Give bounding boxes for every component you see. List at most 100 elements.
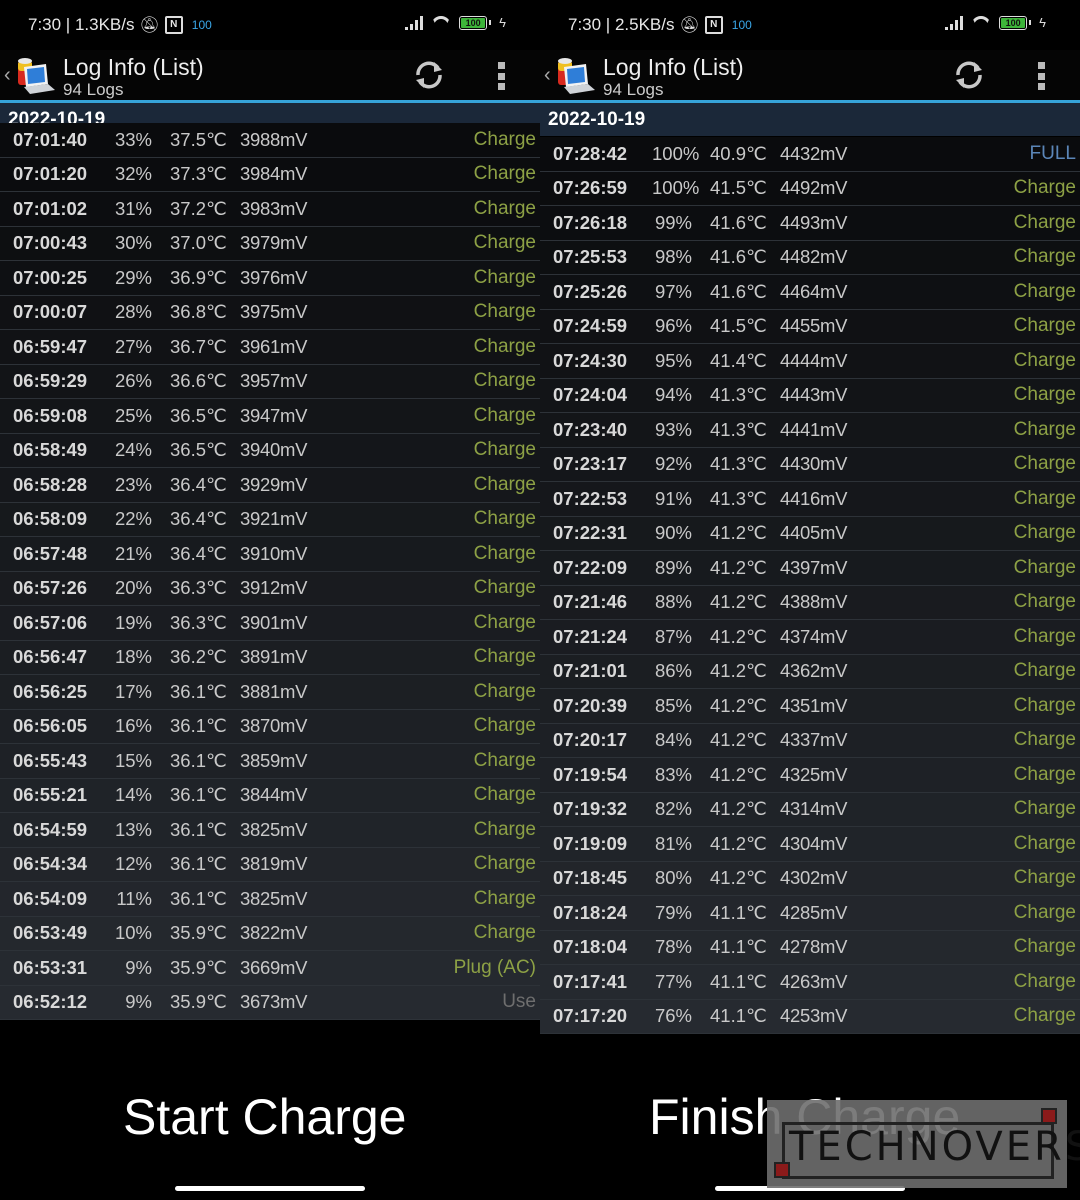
log-row[interactable]: 06:59:29 26% 36.6℃ 3957mV Charge <box>0 364 540 399</box>
battery-percent: 18% <box>114 646 152 668</box>
log-row[interactable]: 07:17:20 76% 41.1℃ 4253mV Charge <box>540 999 1080 1034</box>
page-title: Log Info (List) <box>63 54 204 80</box>
log-row[interactable]: 06:53:49 10% 35.9℃ 3822mV Charge <box>0 916 540 951</box>
log-row[interactable]: 07:25:53 98% 41.6℃ 4482mV Charge <box>540 240 1080 275</box>
log-row[interactable]: 07:23:40 93% 41.3℃ 4441mV Charge <box>540 413 1080 448</box>
log-row[interactable]: 07:24:59 96% 41.5℃ 4455mV Charge <box>540 309 1080 344</box>
battery-percent: 97% <box>654 280 692 302</box>
log-row[interactable]: 07:21:01 86% 41.2℃ 4362mV Charge <box>540 654 1080 689</box>
log-row[interactable]: 06:58:09 22% 36.4℃ 3921mV Charge <box>0 502 540 537</box>
log-row[interactable]: 06:54:09 11% 36.1℃ 3825mV Charge <box>0 882 540 917</box>
charge-status: Charge <box>1013 763 1076 785</box>
log-row[interactable]: 06:56:05 16% 36.1℃ 3870mV Charge <box>0 709 540 744</box>
log-time: 06:58:28 <box>13 473 88 495</box>
temperature: 36.3℃ <box>170 611 227 633</box>
log-list[interactable]: 07:01:40 33% 37.5℃ 3988mV Charge 07:01:20 32% 3… <box>0 123 540 1020</box>
log-row[interactable]: 07:19:54 83% 41.2℃ 4325mV Charge <box>540 758 1080 793</box>
log-row[interactable]: 07:25:26 97% 41.6℃ 4464mV Charge <box>540 275 1080 310</box>
log-row[interactable]: 07:17:41 77% 41.1℃ 4263mV Charge <box>540 965 1080 1000</box>
log-row[interactable]: 07:26:59 100% 41.5℃ 4492mV Charge <box>540 171 1080 206</box>
log-row[interactable]: 06:58:28 23% 36.4℃ 3929mV Charge <box>0 468 540 503</box>
temperature: 41.6℃ <box>710 280 767 302</box>
temperature: 41.3℃ <box>710 418 767 440</box>
log-time: 07:18:04 <box>553 936 628 958</box>
log-row[interactable]: 06:57:48 21% 36.4℃ 3910mV Charge <box>0 537 540 572</box>
log-row[interactable]: 07:24:30 95% 41.4℃ 4444mV Charge <box>540 344 1080 379</box>
log-row[interactable]: 07:26:18 99% 41.6℃ 4493mV Charge <box>540 206 1080 241</box>
overflow-menu-icon[interactable] <box>1036 62 1046 90</box>
battery-percent: 16% <box>114 715 152 737</box>
log-time: 07:00:43 <box>13 232 88 254</box>
log-row[interactable]: 07:01:20 32% 37.3℃ 3984mV Charge <box>0 157 540 192</box>
log-row[interactable]: 07:00:07 28% 36.8℃ 3975mV Charge <box>0 295 540 330</box>
log-time: 06:53:31 <box>13 956 88 978</box>
battery-percent: 83% <box>654 763 692 785</box>
log-row[interactable]: 07:28:42 100% 40.9℃ 4432mV FULL <box>540 137 1080 172</box>
log-row[interactable]: 06:59:08 25% 36.5℃ 3947mV Charge <box>0 399 540 434</box>
log-row[interactable]: 06:57:26 20% 36.3℃ 3912mV Charge <box>0 571 540 606</box>
charge-status: Charge <box>1013 625 1076 647</box>
log-row[interactable]: 07:01:02 31% 37.2℃ 3983mV Charge <box>0 192 540 227</box>
voltage: 3912mV <box>240 577 308 599</box>
log-time: 07:24:59 <box>553 315 628 337</box>
log-time: 07:24:30 <box>553 349 628 371</box>
temperature: 36.2℃ <box>170 646 227 668</box>
back-icon[interactable]: ‹ <box>544 64 551 87</box>
log-row[interactable]: 07:22:31 90% 41.2℃ 4405mV Charge <box>540 516 1080 551</box>
log-row[interactable]: 06:52:12 9% 35.9℃ 3673mV Use <box>0 985 540 1020</box>
log-row[interactable]: 06:54:59 13% 36.1℃ 3825mV Charge <box>0 813 540 848</box>
log-row[interactable]: 07:21:24 87% 41.2℃ 4374mV Charge <box>540 620 1080 655</box>
log-row[interactable]: 06:57:06 19% 36.3℃ 3901mV Charge <box>0 606 540 641</box>
log-row[interactable]: 06:59:47 27% 36.7℃ 3961mV Charge <box>0 330 540 365</box>
log-row[interactable]: 07:21:46 88% 41.2℃ 4388mV Charge <box>540 585 1080 620</box>
log-row[interactable]: 07:01:40 33% 37.5℃ 3988mV Charge <box>0 123 540 158</box>
voltage: 4253mV <box>780 1005 848 1027</box>
log-row[interactable]: 07:00:25 29% 36.9℃ 3976mV Charge <box>0 261 540 296</box>
log-row[interactable]: 06:56:25 17% 36.1℃ 3881mV Charge <box>0 675 540 710</box>
log-row[interactable]: 07:00:43 30% 37.0℃ 3979mV Charge <box>0 226 540 261</box>
log-time: 06:58:09 <box>13 508 88 530</box>
battery-percent: 82% <box>654 798 692 820</box>
log-row[interactable]: 06:54:34 12% 36.1℃ 3819mV Charge <box>0 847 540 882</box>
voltage: 4285mV <box>780 901 848 923</box>
log-row[interactable]: 06:56:47 18% 36.2℃ 3891mV Charge <box>0 640 540 675</box>
log-row[interactable]: 06:58:49 24% 36.5℃ 3940mV Charge <box>0 433 540 468</box>
refresh-icon[interactable] <box>412 58 446 92</box>
battery-percent: 78% <box>654 936 692 958</box>
app-battery-laptop-icon[interactable] <box>554 57 596 95</box>
log-row[interactable]: 07:18:04 78% 41.1℃ 4278mV Charge <box>540 930 1080 965</box>
battery-level: 100 <box>465 17 481 28</box>
back-icon[interactable]: ‹ <box>4 64 11 87</box>
log-time: 06:59:08 <box>13 404 88 426</box>
battery-percent: 30% <box>114 232 152 254</box>
battery-percent: 80% <box>654 867 692 889</box>
log-row[interactable]: 06:53:31 9% 35.9℃ 3669mV Plug (AC) <box>0 951 540 986</box>
battery-percent: 14% <box>114 784 152 806</box>
log-row[interactable]: 07:24:04 94% 41.3℃ 4443mV Charge <box>540 378 1080 413</box>
temperature: 41.3℃ <box>710 384 767 406</box>
log-time: 07:26:59 <box>553 177 628 199</box>
overflow-menu-icon[interactable] <box>496 62 506 90</box>
log-row[interactable]: 07:19:32 82% 41.2℃ 4314mV Charge <box>540 792 1080 827</box>
log-row[interactable]: 07:22:09 89% 41.2℃ 4397mV Charge <box>540 551 1080 586</box>
log-row[interactable]: 07:22:53 91% 41.3℃ 4416mV Charge <box>540 482 1080 517</box>
status-bar: 7:30 | 2.5KB/s 🔕︎ N 100 100 ϟ <box>540 0 1080 50</box>
log-list[interactable]: 07:28:42 100% 40.9℃ 4432mV FULL 07:26:59 100% 4… <box>540 137 1080 1034</box>
log-row[interactable]: 07:19:09 81% 41.2℃ 4304mV Charge <box>540 827 1080 862</box>
refresh-icon[interactable] <box>952 58 986 92</box>
log-row[interactable]: 06:55:21 14% 36.1℃ 3844mV Charge <box>0 778 540 813</box>
left-screenshot-panel: 7:30 | 1.3KB/s 🔕︎ N 100 100 ϟ ‹ Log Info… <box>0 0 540 1045</box>
log-row[interactable]: 06:55:43 15% 36.1℃ 3859mV Charge <box>0 744 540 779</box>
voltage: 4464mV <box>780 280 848 302</box>
app-battery-laptop-icon[interactable] <box>14 57 56 95</box>
charge-status: Charge <box>1013 418 1076 440</box>
home-indicator[interactable] <box>175 1186 365 1191</box>
charge-status: Charge <box>473 404 536 426</box>
log-row[interactable]: 07:20:39 85% 41.2℃ 4351mV Charge <box>540 689 1080 724</box>
battery-percent: 95% <box>654 349 692 371</box>
log-row[interactable]: 07:18:45 80% 41.2℃ 4302mV Charge <box>540 861 1080 896</box>
battery-percent: 89% <box>654 556 692 578</box>
log-row[interactable]: 07:18:24 79% 41.1℃ 4285mV Charge <box>540 896 1080 931</box>
log-row[interactable]: 07:23:17 92% 41.3℃ 4430mV Charge <box>540 447 1080 482</box>
log-row[interactable]: 07:20:17 84% 41.2℃ 4337mV Charge <box>540 723 1080 758</box>
